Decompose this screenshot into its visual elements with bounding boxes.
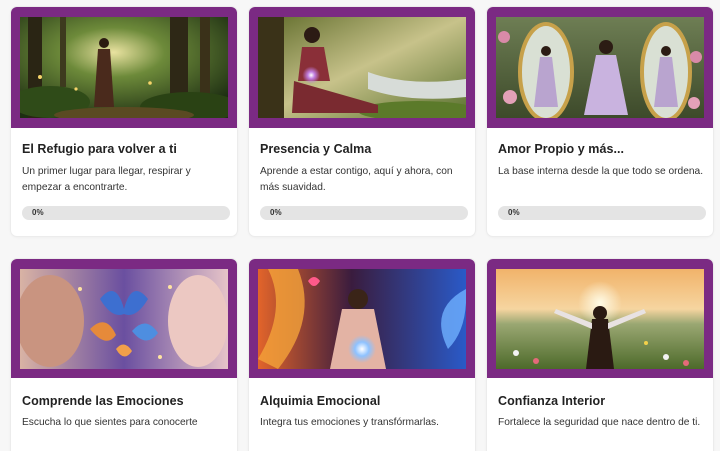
course-thumbnail-frame [249, 7, 475, 128]
course-thumbnail-frame [249, 259, 475, 378]
course-title: El Refugio para volver a ti [22, 142, 177, 156]
course-progress-bar: 0% [260, 206, 468, 220]
course-description: Escucha lo que sientes para conocerte [22, 417, 198, 428]
field-woman-image [496, 269, 704, 369]
course-title: Confianza Interior [498, 394, 606, 408]
alchemy-woman-image [258, 269, 466, 369]
course-description: Integra tus emociones y transfórmarlas. [260, 417, 439, 428]
forest-woman-image [20, 17, 228, 118]
butterflies-faces-image [20, 269, 228, 369]
course-thumbnail-frame [487, 7, 713, 128]
course-card-presencia[interactable]: Presencia y Calma Aprende a estar contig… [249, 7, 475, 236]
course-description: La base interna desde la que todo se ord… [498, 166, 704, 177]
course-title: Alquimia Emocional [260, 394, 381, 408]
course-progress-label: 0% [508, 208, 520, 217]
course-thumbnail-frame [487, 259, 713, 378]
meditating-woman-image [258, 17, 466, 118]
course-progress-bar: 0% [22, 206, 230, 220]
course-card-refugio[interactable]: El Refugio para volver a ti Un primer lu… [11, 7, 237, 236]
course-description: Un primer lugar para llegar, respirar y … [22, 166, 191, 193]
course-description: Fortalece la seguridad que nace dentro d… [498, 417, 701, 428]
course-title: Amor Propio y más... [498, 142, 625, 156]
course-progress-bar: 0% [498, 206, 706, 220]
course-thumbnail-frame [11, 7, 237, 128]
course-description: Aprende a estar contigo, aquí y ahora, c… [260, 166, 453, 193]
course-title: Presencia y Calma [260, 142, 372, 156]
course-card-alquimia[interactable]: Alquimia Emocional Integra tus emociones… [249, 259, 475, 451]
course-progress-label: 0% [270, 208, 282, 217]
mirrors-woman-image [496, 17, 704, 118]
course-card-confianza[interactable]: Confianza Interior Fortalece la segurida… [487, 259, 713, 451]
course-thumbnail-frame [11, 259, 237, 378]
course-title: Comprende las Emociones [22, 394, 184, 408]
course-progress-label: 0% [32, 208, 44, 217]
course-card-amor-propio[interactable]: Amor Propio y más... La base interna des… [487, 7, 713, 236]
course-card-emociones[interactable]: Comprende las Emociones Escucha lo que s… [11, 259, 237, 451]
